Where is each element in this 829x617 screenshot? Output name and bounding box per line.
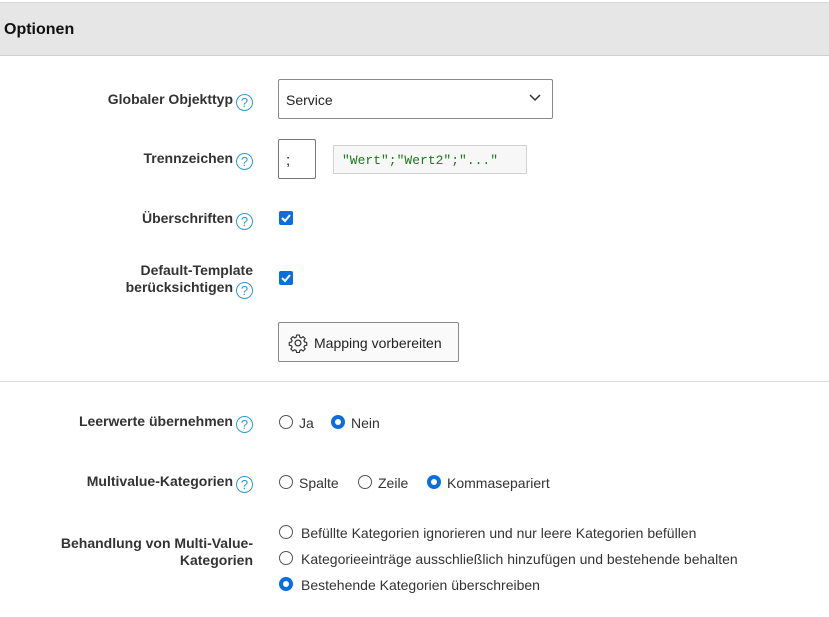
section-title: Optionen bbox=[4, 21, 75, 38]
default-template-label-line2: berücksichtigen bbox=[125, 279, 233, 295]
ueberschriften-label-text: Überschriften bbox=[141, 210, 233, 226]
leerwerte-label: Leerwerte übernehmen? bbox=[79, 413, 253, 433]
leerwerte-option-nein: Nein bbox=[351, 415, 380, 431]
options-header: Optionen bbox=[0, 2, 829, 56]
objekttyp-select[interactable]: Service bbox=[278, 79, 553, 119]
behandlung-option-ignorieren: Befüllte Kategorien ignorieren und nur l… bbox=[301, 525, 697, 541]
section-divider bbox=[0, 381, 829, 382]
ueberschriften-checkbox[interactable] bbox=[279, 211, 293, 225]
leerwerte-radio-nein[interactable] bbox=[331, 415, 345, 429]
trennzeichen-label: Trennzeichen? bbox=[144, 150, 253, 170]
help-icon[interactable]: ? bbox=[236, 476, 253, 493]
ueberschriften-label: Überschriften? bbox=[142, 210, 253, 230]
behandlung-label: Behandlung von Multi-Value- Kategorien bbox=[61, 535, 253, 569]
multivalue-label: Multivalue-Kategorien? bbox=[87, 473, 253, 493]
objekttyp-label-text: Globaler Objekttyp bbox=[107, 91, 233, 107]
trennzeichen-input-value: ; bbox=[286, 152, 291, 169]
trennzeichen-label-text: Trennzeichen bbox=[143, 150, 233, 166]
multivalue-option-zeile: Zeile bbox=[378, 475, 409, 491]
trennzeichen-input[interactable]: ; bbox=[278, 139, 316, 179]
checkmark-icon bbox=[281, 274, 291, 283]
multivalue-radio-zeile[interactable] bbox=[358, 475, 372, 489]
behandlung-radio-ueberschreiben[interactable] bbox=[279, 577, 293, 591]
multivalue-option-kommasepariert: Kommasepariert bbox=[447, 475, 550, 491]
multivalue-radio-spalte[interactable] bbox=[279, 475, 293, 489]
leerwerte-option-ja: Ja bbox=[299, 415, 314, 431]
behandlung-label-line2: Kategorien bbox=[179, 552, 253, 568]
objekttyp-label: Globaler Objekttyp? bbox=[108, 91, 253, 111]
behandlung-radio-hinzufuegen[interactable] bbox=[279, 551, 293, 565]
checkmark-icon bbox=[281, 214, 291, 223]
leerwerte-radio-ja[interactable] bbox=[279, 415, 293, 429]
help-icon[interactable]: ? bbox=[236, 416, 253, 433]
help-icon[interactable]: ? bbox=[236, 282, 253, 299]
help-icon[interactable]: ? bbox=[236, 94, 253, 111]
default-template-checkbox[interactable] bbox=[279, 271, 293, 285]
gear-icon bbox=[288, 334, 308, 353]
multivalue-option-spalte: Spalte bbox=[299, 475, 339, 491]
trennzeichen-sample: "Wert";"Wert2";"..." bbox=[333, 145, 527, 174]
behandlung-label-line1: Behandlung von Multi-Value- bbox=[60, 535, 253, 551]
default-template-label-line1: Default-Template bbox=[140, 262, 253, 278]
chevron-down-icon bbox=[529, 94, 541, 102]
behandlung-radio-ignorieren[interactable] bbox=[279, 525, 293, 539]
help-icon[interactable]: ? bbox=[236, 153, 253, 170]
default-template-label: Default-Template berücksichtigen? bbox=[126, 262, 253, 299]
behandlung-option-hinzufuegen: Kategorieeinträge ausschließlich hinzufü… bbox=[301, 551, 738, 567]
mapping-button-label: Mapping vorbereiten bbox=[314, 335, 442, 351]
multivalue-radio-kommasepariert[interactable] bbox=[427, 475, 441, 489]
leerwerte-label-text: Leerwerte übernehmen bbox=[78, 413, 233, 429]
help-icon[interactable]: ? bbox=[236, 213, 253, 230]
trennzeichen-sample-text: "Wert";"Wert2";"..." bbox=[342, 153, 499, 168]
objekttyp-select-value: Service bbox=[286, 92, 333, 108]
behandlung-option-ueberschreiben: Bestehende Kategorien überschreiben bbox=[301, 577, 540, 593]
multivalue-label-text: Multivalue-Kategorien bbox=[86, 473, 233, 489]
mapping-vorbereiten-button[interactable]: Mapping vorbereiten bbox=[278, 322, 459, 362]
